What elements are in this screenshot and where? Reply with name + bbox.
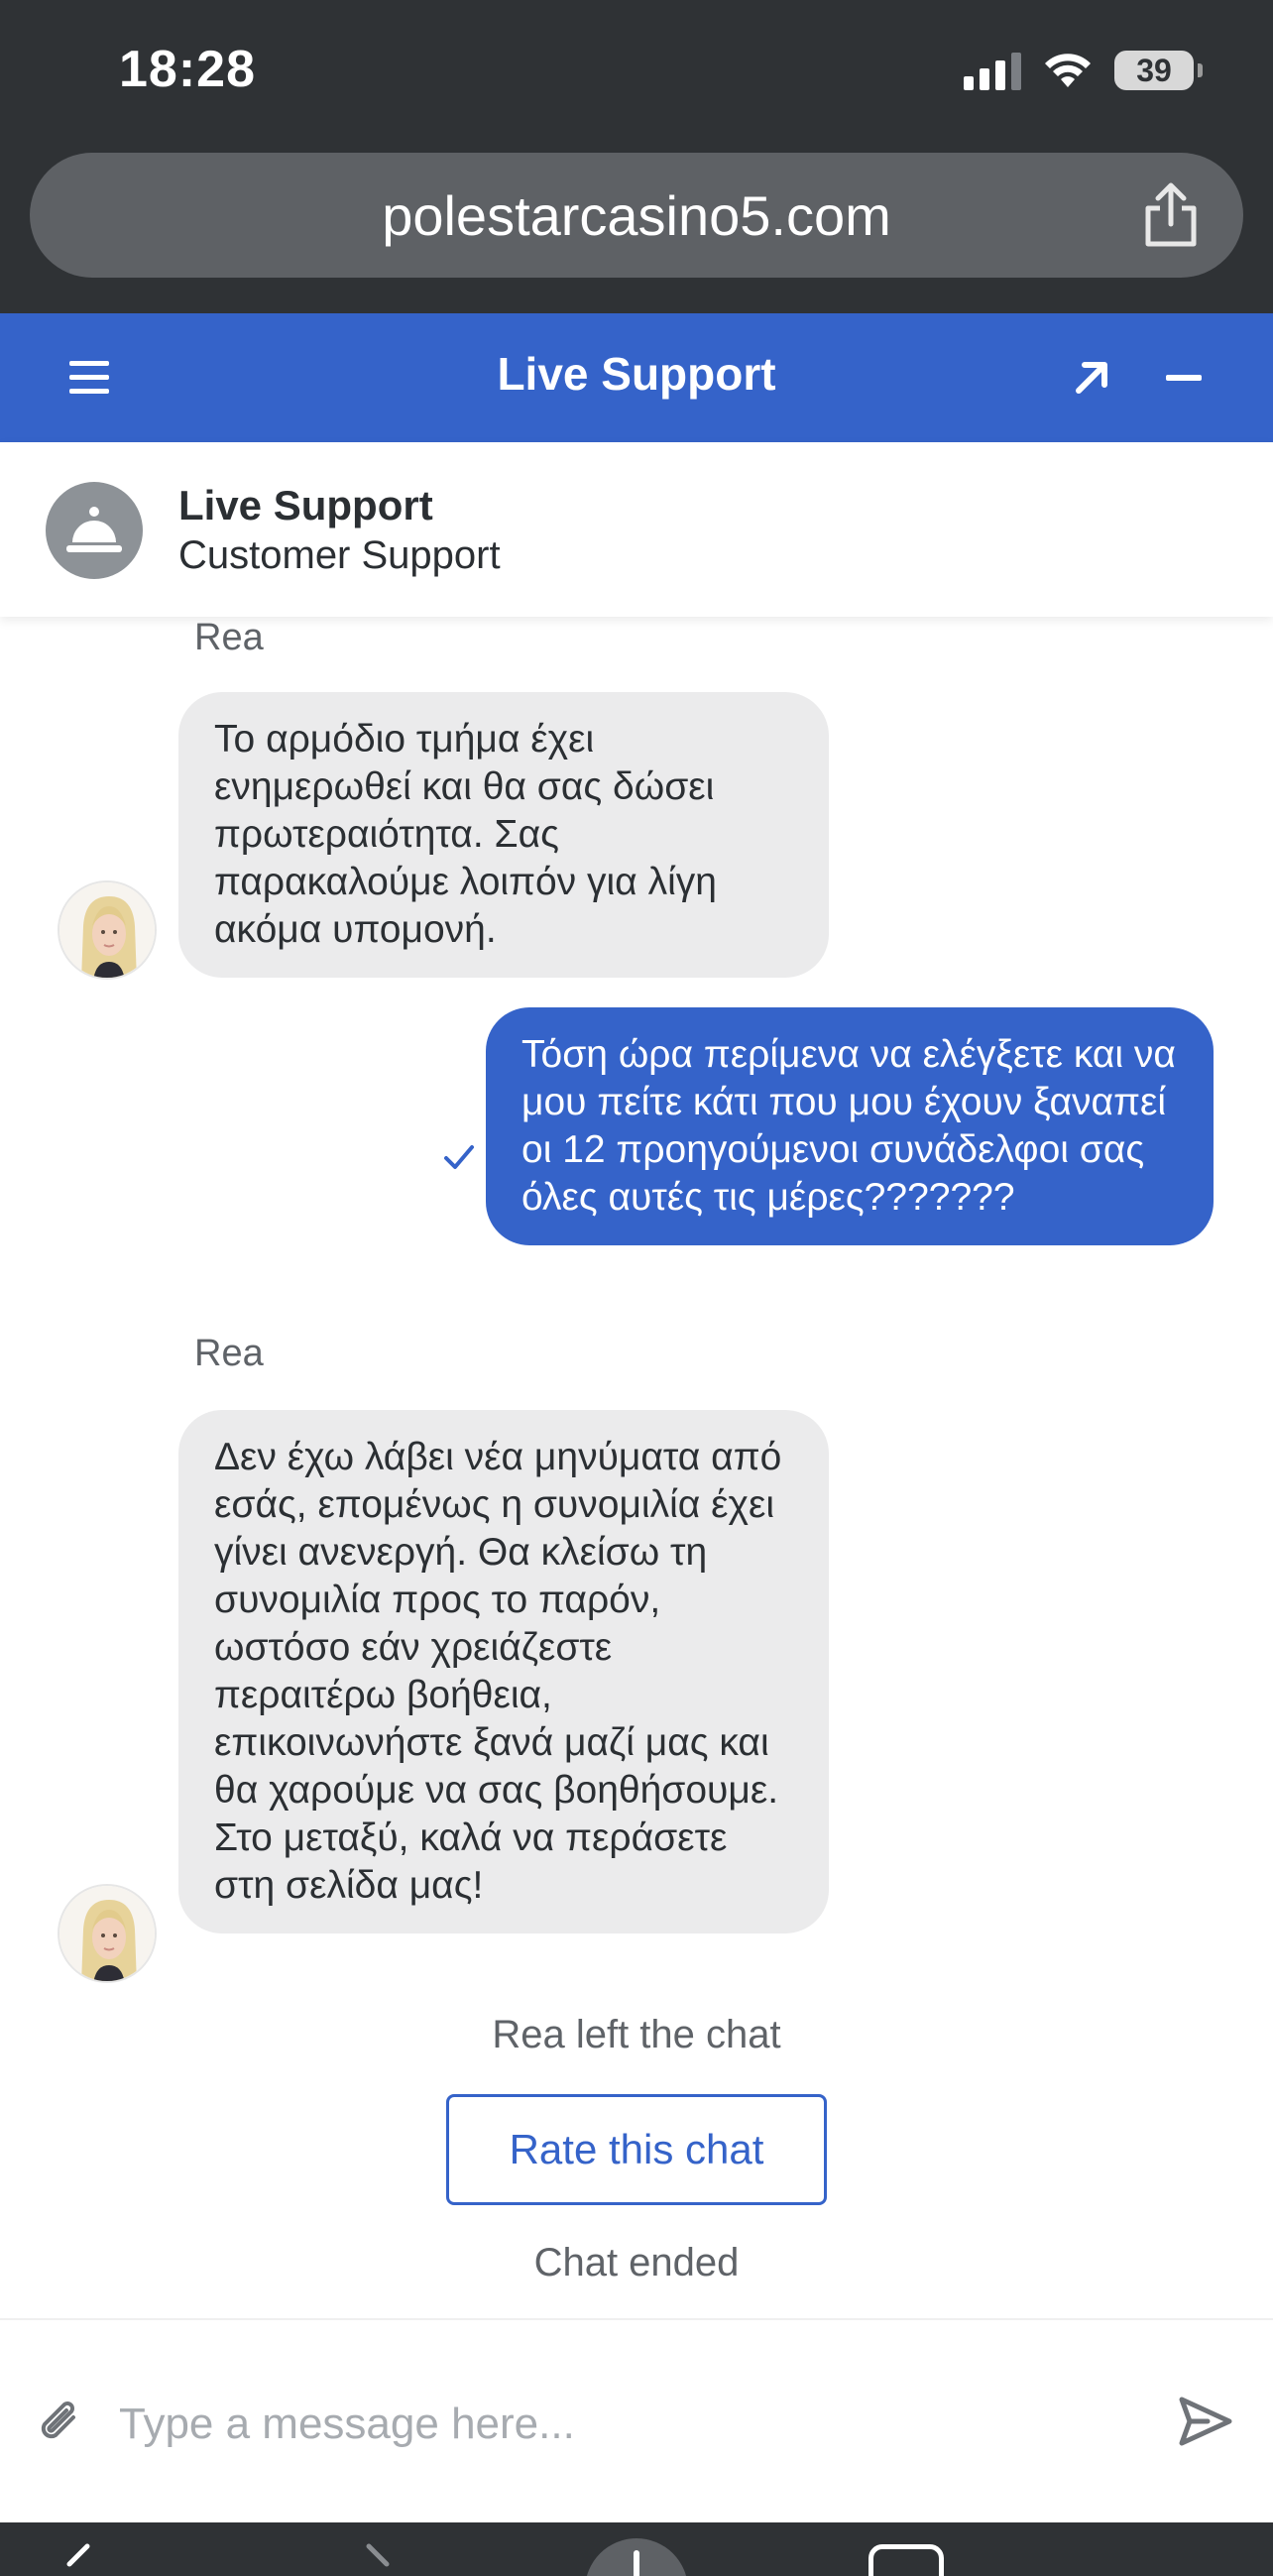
url-text: polestarcasino5.com xyxy=(382,183,891,247)
battery-icon: 39 xyxy=(1114,51,1203,90)
attach-icon[interactable] xyxy=(36,2394,85,2449)
sender-label: Rea xyxy=(194,617,264,658)
rate-chat-button[interactable]: Rate this chat xyxy=(446,2094,827,2205)
bell-icon xyxy=(46,482,143,579)
check-icon xyxy=(444,1145,474,1169)
chat-transcript[interactable]: Rea Το αρμόδιο τμήμα έχει ενημερωθεί και… xyxy=(0,617,1273,2318)
forward-icon[interactable] xyxy=(357,2542,397,2576)
message-input[interactable] xyxy=(119,2380,1110,2469)
new-tab-button[interactable] xyxy=(585,2538,688,2576)
status-icons: 39 xyxy=(964,46,1203,95)
agent-role: Customer Support xyxy=(178,533,501,577)
tabs-icon[interactable] xyxy=(868,2544,944,2576)
live-support-header: Live Support xyxy=(0,313,1273,442)
agent-avatar xyxy=(58,880,157,980)
wifi-icon xyxy=(1045,54,1091,87)
user-message: Τόση ώρα περίμενα να ελέγξετε και να μου… xyxy=(486,1007,1214,1245)
browser-chrome: 18:28 39 polestarcasino5.com xyxy=(0,0,1273,313)
agent-avatar xyxy=(58,1884,157,1983)
agent-name: Live Support xyxy=(178,482,433,528)
back-icon[interactable] xyxy=(59,2542,99,2576)
address-bar[interactable]: polestarcasino5.com xyxy=(30,153,1243,278)
agent-message: Το αρμόδιο τμήμα έχει ενημερωθεί και θα … xyxy=(178,692,829,978)
agent-info-bar: Live Support Customer Support xyxy=(0,442,1273,617)
minimize-icon[interactable] xyxy=(1166,375,1202,381)
status-time: 18:28 xyxy=(119,41,256,98)
sender-label: Rea xyxy=(194,1333,264,1374)
agent-message: Δεν έχω λάβει νέα μηνύματα από εσάς, επο… xyxy=(178,1410,829,1933)
chat-ended-notice: Chat ended xyxy=(533,2241,740,2284)
expand-icon[interactable] xyxy=(1067,353,1116,403)
browser-toolbar xyxy=(0,2522,1273,2576)
share-icon[interactable] xyxy=(1138,180,1204,250)
send-icon[interactable] xyxy=(1178,2394,1233,2449)
signal-icon xyxy=(964,51,1021,90)
message-composer xyxy=(0,2318,1273,2522)
left-chat-notice: Rea left the chat xyxy=(492,2013,781,2056)
